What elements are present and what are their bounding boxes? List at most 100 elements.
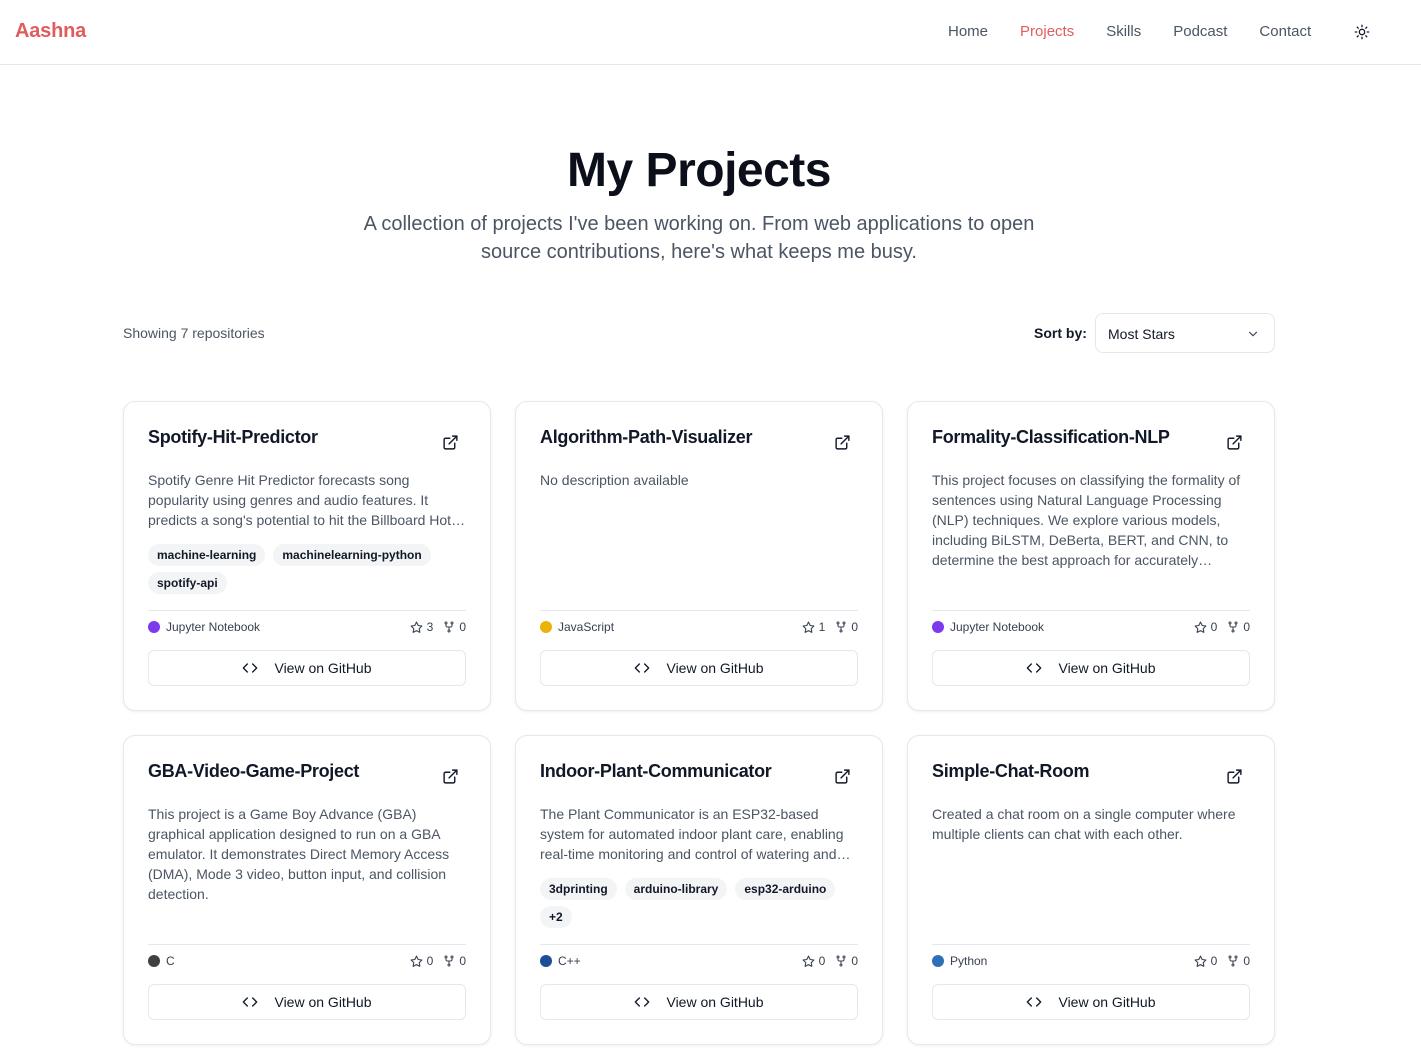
external-link-icon[interactable] <box>834 434 851 451</box>
repo-stats: 0 0 <box>792 954 858 968</box>
star-icon <box>802 621 815 633</box>
language-label: Jupyter Notebook <box>950 620 1045 634</box>
card-divider <box>932 610 1250 611</box>
external-link-icon[interactable] <box>442 434 459 451</box>
language-label: Jupyter Notebook <box>166 620 261 634</box>
project-card: Simple-Chat-Room Created a chat room on … <box>907 735 1275 1045</box>
view-on-github-button[interactable]: View on GitHub <box>932 650 1250 686</box>
project-title[interactable]: Algorithm-Path-Visualizer <box>540 427 753 448</box>
fork-icon <box>1228 621 1238 633</box>
language: Python <box>932 954 987 968</box>
topic-tag: machine-learning <box>148 544 266 566</box>
language: C <box>148 954 175 968</box>
external-link-icon[interactable] <box>442 768 459 785</box>
page-title: My Projects <box>567 144 831 197</box>
project-title[interactable]: Indoor-Plant-Communicator <box>540 761 772 782</box>
fork-icon <box>444 621 454 633</box>
external-link-icon[interactable] <box>1226 434 1243 451</box>
chevron-down-icon <box>1248 331 1258 337</box>
star-count: 0 <box>410 954 433 968</box>
external-link-icon[interactable] <box>834 768 851 785</box>
brand-logo[interactable]: Aashna <box>15 20 86 43</box>
language-label: Python <box>950 954 988 968</box>
language-label: C++ <box>558 954 581 968</box>
code-icon <box>243 997 258 1007</box>
tag-list: machine-learning machinelearning-python … <box>148 544 470 594</box>
fork-count: 0 <box>835 954 858 968</box>
repo-stats: 0 0 <box>1184 620 1250 634</box>
project-description: The Plant Communicator is an ESP32-based… <box>540 806 844 862</box>
view-on-github-button[interactable]: View on GitHub <box>932 984 1250 1020</box>
project-card: Algorithm-Path-Visualizer No description… <box>515 401 883 711</box>
fork-count: 0 <box>835 620 858 634</box>
navbar: Aashna Home Projects Skills Podcast Cont… <box>0 0 1421 65</box>
topic-tag: spotify-api <box>148 572 227 594</box>
repo-stats: 0 0 <box>400 954 466 968</box>
language-dot <box>540 955 552 967</box>
nav-link-home[interactable]: Home <box>948 23 988 40</box>
theme-toggle-button[interactable] <box>1352 22 1372 42</box>
project-description: No description available <box>540 472 689 488</box>
project-description: Spotify Genre Hit Predictor forecasts so… <box>148 472 452 528</box>
project-card: GBA-Video-Game-Project This project is a… <box>123 735 491 1045</box>
star-count: 0 <box>802 954 825 968</box>
project-description: This project focuses on classifying the … <box>932 472 1241 568</box>
page-subtitle: A collection of projects I've been worki… <box>363 213 1035 263</box>
code-icon <box>1027 663 1042 673</box>
nav-link-skills[interactable]: Skills <box>1106 23 1141 40</box>
code-icon <box>1027 997 1042 1007</box>
project-title[interactable]: Spotify-Hit-Predictor <box>148 427 318 448</box>
card-divider <box>148 610 466 611</box>
project-card: Indoor-Plant-Communicator The Plant Comm… <box>515 735 883 1045</box>
language: Jupyter Notebook <box>148 620 260 634</box>
topic-tag: machinelearning-python <box>273 544 431 566</box>
nav-link-projects[interactable]: Projects <box>1020 23 1074 40</box>
star-icon <box>410 955 423 967</box>
project-card: Formality-Classification-NLP This projec… <box>907 401 1275 711</box>
star-count: 0 <box>1194 620 1217 634</box>
card-divider <box>540 944 858 945</box>
view-on-github-button[interactable]: View on GitHub <box>540 650 858 686</box>
sort-label: Sort by: <box>1034 325 1087 341</box>
project-description: This project is a Game Boy Advance (GBA)… <box>148 806 450 902</box>
project-title[interactable]: GBA-Video-Game-Project <box>148 761 359 782</box>
repo-stats: 0 0 <box>1184 954 1250 968</box>
fork-icon <box>836 621 846 633</box>
fork-icon <box>1228 955 1238 967</box>
project-title[interactable]: Formality-Classification-NLP <box>932 427 1170 448</box>
code-icon <box>243 663 258 673</box>
project-card: Spotify-Hit-Predictor Spotify Genre Hit … <box>123 401 491 711</box>
card-divider <box>540 610 858 611</box>
nav-link-podcast[interactable]: Podcast <box>1173 23 1227 40</box>
star-icon <box>410 621 423 633</box>
language-dot <box>540 621 552 633</box>
view-on-github-button[interactable]: View on GitHub <box>540 984 858 1020</box>
star-count: 3 <box>410 620 433 634</box>
external-link-icon[interactable] <box>1226 768 1243 785</box>
fork-icon <box>444 955 454 967</box>
view-on-github-button[interactable]: View on GitHub <box>148 984 466 1020</box>
sun-icon <box>1354 24 1370 40</box>
nav-link-contact[interactable]: Contact <box>1259 23 1311 40</box>
sort-select[interactable]: Most Stars <box>1095 313 1275 353</box>
star-count: 0 <box>1194 954 1217 968</box>
project-title[interactable]: Simple-Chat-Room <box>932 761 1090 782</box>
view-on-github-button[interactable]: View on GitHub <box>148 650 466 686</box>
topic-tag: 3dprinting <box>540 878 617 900</box>
card-divider <box>148 944 466 945</box>
code-icon <box>635 997 650 1007</box>
star-icon <box>802 955 815 967</box>
repo-stats: 1 0 <box>792 620 858 634</box>
language: Jupyter Notebook <box>932 620 1044 634</box>
project-description: Created a chat room on a single computer… <box>932 806 1236 842</box>
fork-count: 0 <box>1227 620 1250 634</box>
tag-list: 3dprinting arduino-library esp32-arduino… <box>540 878 862 928</box>
language: C++ <box>540 954 581 968</box>
language: JavaScript <box>540 620 614 634</box>
repo-stats: 3 0 <box>400 620 466 634</box>
star-icon <box>1194 621 1207 633</box>
language-label: JavaScript <box>558 620 615 634</box>
code-icon <box>635 663 650 673</box>
language-dot <box>148 955 160 967</box>
fork-count: 0 <box>1227 954 1250 968</box>
